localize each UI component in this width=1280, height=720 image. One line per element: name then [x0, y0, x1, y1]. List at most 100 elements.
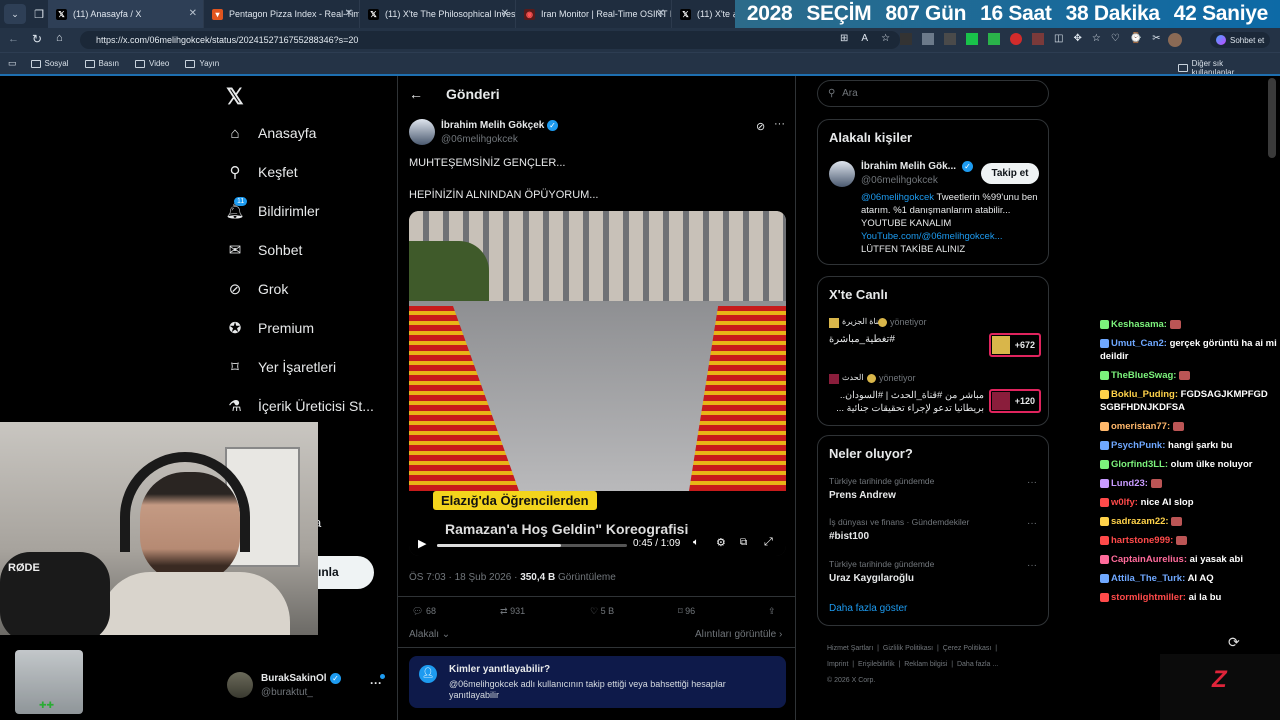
page-scrollbar[interactable]	[1268, 78, 1276, 158]
close-tab-icon[interactable]: ✕	[345, 8, 353, 19]
post-date[interactable]: ÖS 7:03 · 18 Şub 2026 ·	[409, 572, 517, 583]
trend-item[interactable]: Türkiye tarihinde gündemde Prens Andrew …	[829, 476, 1041, 506]
extension-icon[interactable]	[1010, 33, 1022, 45]
chat-username[interactable]: w0lfy:	[1111, 497, 1138, 508]
settings-icon[interactable]: ⚙	[716, 536, 726, 549]
footer-link[interactable]: Hizmet Şartları	[827, 645, 873, 652]
bookmark-folder[interactable]: Video	[135, 59, 169, 68]
share-icon[interactable]: ⇪	[768, 606, 776, 617]
author-handle[interactable]: @06melihgokcek	[441, 134, 518, 145]
chat-username[interactable]: sadrazam22:	[1111, 516, 1169, 527]
chat-username[interactable]: Umut_Can2:	[1111, 338, 1167, 349]
bookmark-button[interactable]: ⌑ 96	[678, 606, 695, 617]
extension-icon[interactable]	[988, 33, 1000, 45]
chat-username[interactable]: Keshasama:	[1111, 319, 1167, 330]
nav-premium[interactable]: ✪ Premium	[226, 319, 314, 337]
bookmark-folder[interactable]: Yayın	[185, 59, 219, 68]
extension-icon[interactable]	[1032, 33, 1044, 45]
footer-link[interactable]: Gizlilik Politikası	[883, 645, 933, 652]
extensions-icon[interactable]: ✥	[1073, 33, 1081, 45]
more-icon[interactable]: ···	[1027, 477, 1037, 488]
collections-icon[interactable]: ♡	[1111, 33, 1120, 45]
browser-tab[interactable]: 𝕏 (11) X'te قناة	[672, 0, 742, 28]
profile-avatar[interactable]	[1168, 33, 1182, 47]
back-icon[interactable]: ←	[8, 33, 19, 45]
show-more-link[interactable]: Daha fazla göster	[829, 603, 907, 614]
person-handle[interactable]: @06melihgokcek	[861, 175, 938, 186]
play-icon[interactable]: ▶	[418, 537, 426, 550]
favorite-star-icon[interactable]: ☆	[881, 33, 890, 44]
footer-link[interactable]: Imprint	[827, 661, 848, 668]
chat-username[interactable]: stormlightmiller:	[1111, 592, 1186, 603]
extension-icon[interactable]	[966, 33, 978, 45]
more-icon[interactable]: ···	[1027, 518, 1037, 529]
bookmark-folder[interactable]: Basın	[84, 59, 119, 68]
more-icon[interactable]: ···	[774, 118, 785, 130]
nav-chat[interactable]: ✉ Sohbet	[226, 241, 303, 259]
trend-item[interactable]: İş dünyası ve finans · Gündemdekiler #bi…	[829, 517, 1041, 547]
split-screen-icon[interactable]: ◫	[1054, 33, 1063, 45]
live-item[interactable]: الحدث yönetiyor مباشر من #قناة_الحدث | #…	[829, 373, 1041, 421]
extension-icon[interactable]	[900, 33, 912, 45]
nav-bookmarks[interactable]: ⌑ Yer İşaretleri	[226, 358, 336, 376]
related-dropdown[interactable]: Alakalı ⌄	[409, 629, 450, 640]
video-progress-track[interactable]	[437, 544, 627, 547]
search-input[interactable]: ⚲ Ara	[817, 80, 1049, 107]
url-field[interactable]: https://x.com/06melihgokcek/status/20241…	[80, 31, 900, 49]
chat-username[interactable]: CaptainAurelius:	[1111, 554, 1187, 565]
bio-link[interactable]: YouTube.com/@06melihgokcek...	[861, 231, 1003, 242]
app-install-icon[interactable]: ⊞	[840, 33, 848, 44]
footer-link[interactable]: Reklam bilgisi	[904, 661, 947, 668]
nav-creator-studio[interactable]: ⚗ İçerik Üreticisi St...	[226, 397, 374, 415]
nav-grok[interactable]: ⊘ Grok	[226, 280, 289, 298]
follow-button[interactable]: Takip et	[981, 163, 1039, 184]
tab-menu-button[interactable]: ⌄	[4, 4, 26, 24]
browser-tab[interactable]: ▾ Pentagon Pizza Index - Real-Time ✕	[204, 0, 360, 28]
chat-username[interactable]: omeristan77:	[1111, 421, 1170, 432]
close-tab-icon[interactable]: ✕	[657, 8, 665, 19]
extension-icon[interactable]	[944, 33, 956, 45]
extension-icon[interactable]	[922, 33, 934, 45]
close-tab-icon[interactable]: ✕	[189, 8, 197, 19]
home-icon[interactable]: ⌂	[56, 32, 63, 44]
trend-item[interactable]: Türkiye tarihinde gündemde Uraz Kaygılar…	[829, 559, 1041, 589]
chat-username[interactable]: Glorfind3LL:	[1111, 459, 1168, 470]
favorites-icon[interactable]: ☆	[1092, 33, 1101, 45]
person-name[interactable]: İbrahim Melih Gök...	[861, 161, 956, 172]
like-button[interactable]: ♡ 5 B	[590, 606, 614, 617]
captions-icon[interactable]: ⧉	[740, 537, 747, 548]
chat-username[interactable]: PsychPunk:	[1111, 440, 1165, 451]
account-switcher[interactable]: BurakSakinOl ✓ @buraktut_ ···	[227, 672, 387, 704]
copilot-chat-button[interactable]: Sohbet et	[1210, 32, 1271, 48]
bookmark-folder[interactable]: Sosyal	[30, 59, 69, 68]
browser-tab[interactable]: ◉ Iran Monitor | Real-Time OSINT D ✕	[516, 0, 672, 28]
history-icon[interactable]: ⌚	[1130, 33, 1142, 45]
view-quotes-link[interactable]: Alıntıları görüntüle ›	[695, 629, 782, 640]
sidebar-toggle-icon[interactable]: ▭	[8, 58, 17, 69]
live-item[interactable]: قناة الجزيرة yönetiyor تغطية_مباشرة# +67…	[829, 317, 1041, 361]
nav-home[interactable]: ⌂ Anasayfa	[226, 124, 316, 142]
close-tab-icon[interactable]: ✕	[501, 8, 509, 19]
x-logo-icon[interactable]: 𝕏	[226, 84, 244, 110]
avatar[interactable]	[409, 119, 435, 145]
more-icon[interactable]: ···	[1027, 560, 1037, 571]
workspaces-icon[interactable]: ❐	[30, 8, 48, 21]
reload-icon[interactable]: ↻	[32, 32, 42, 46]
chat-username[interactable]: Boklu_Puding:	[1111, 389, 1178, 400]
back-arrow-icon[interactable]: ←	[409, 86, 423, 102]
volume-icon[interactable]: 🔈︎	[693, 537, 699, 548]
reply-button[interactable]: 💬︎ 68	[412, 606, 436, 617]
nav-notifications[interactable]: 🔔︎ 11 Bildirimler	[225, 197, 319, 220]
chat-username[interactable]: TheBlueSwag:	[1111, 370, 1176, 381]
chat-username[interactable]: Lund23:	[1111, 478, 1148, 489]
video-player[interactable]: Elazığ'da Öğrencilerden Ramazan'a Hoş Ge…	[409, 211, 786, 556]
fullscreen-icon[interactable]: ⤢	[764, 536, 773, 549]
nav-explore[interactable]: ⚲ Keşfet	[226, 163, 298, 181]
bio-mention[interactable]: @06melihgokcek	[861, 192, 934, 203]
read-aloud-icon[interactable]: A	[861, 33, 868, 44]
repost-button[interactable]: ⇄ 931	[500, 606, 525, 617]
browser-tab[interactable]: 𝕏 (11) Anasayfa / X ✕	[48, 0, 204, 28]
footer-link[interactable]: Erişilebilirlik	[858, 661, 895, 668]
footer-link[interactable]: Çerez Politikası	[943, 645, 992, 652]
browser-tab[interactable]: 𝕏 (11) X'te The Philosophical Invest ✕	[360, 0, 516, 28]
